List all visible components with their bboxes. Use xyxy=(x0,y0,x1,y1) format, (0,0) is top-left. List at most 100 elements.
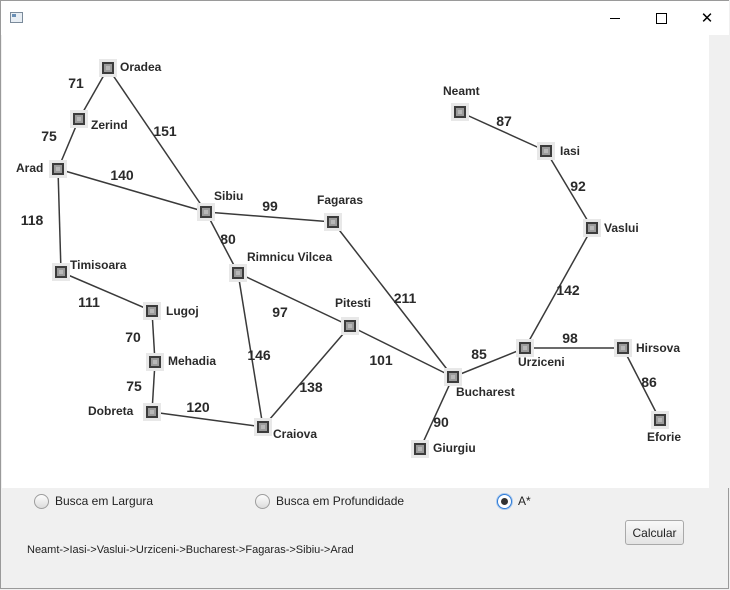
road-distance-label: 142 xyxy=(556,282,580,298)
city-node[interactable] xyxy=(49,160,67,178)
city-node-core xyxy=(348,324,352,328)
road-distance-label: 151 xyxy=(153,123,177,139)
road-distance-label: 101 xyxy=(369,352,393,368)
radio-astar[interactable]: A* xyxy=(497,492,531,510)
city-name-label: Neamt xyxy=(443,84,480,98)
app-window-icon xyxy=(10,12,23,23)
city-node[interactable] xyxy=(614,339,632,357)
city-node[interactable] xyxy=(341,317,359,335)
city-node[interactable] xyxy=(197,203,215,221)
radio-selected-dot xyxy=(501,497,508,505)
road-distance-label: 99 xyxy=(262,198,278,214)
city-node[interactable] xyxy=(451,103,469,121)
city-node-core xyxy=(621,346,625,350)
road-edge xyxy=(237,272,351,327)
city-name-label: Pitesti xyxy=(335,296,371,310)
city-name-label: Arad xyxy=(16,161,43,175)
city-node[interactable] xyxy=(143,302,161,320)
close-icon: ✕ xyxy=(700,9,714,27)
road-distance-label: 90 xyxy=(433,414,449,430)
city-node-core xyxy=(77,117,81,121)
city-node[interactable] xyxy=(70,110,88,128)
city-node[interactable] xyxy=(229,264,247,282)
city-name-label: Hirsova xyxy=(636,341,680,355)
city-name-label: Dobreta xyxy=(88,404,134,418)
road-distance-label: 120 xyxy=(186,399,210,415)
city-name-label: Fagaras xyxy=(317,193,363,207)
canvas-side-strip xyxy=(709,35,729,488)
road-distance-label: 140 xyxy=(110,167,134,183)
app-window: ✕ 71 75 151 140 118 111 70 75 120 99 80 97 146 138 101… xyxy=(0,0,729,589)
city-name-label: Craiova xyxy=(273,427,317,441)
calculate-button[interactable]: Calcular xyxy=(625,520,684,545)
radio-breadth-first-label[interactable]: Busca em Largura xyxy=(55,494,153,508)
city-node[interactable] xyxy=(143,403,161,421)
city-node-core xyxy=(261,425,265,429)
road-edge xyxy=(452,347,526,378)
maximize-button[interactable] xyxy=(638,1,684,35)
city-node-core xyxy=(153,360,157,364)
close-button[interactable]: ✕ xyxy=(684,1,730,35)
city-node-core xyxy=(451,375,455,379)
city-name-label: Mehadia xyxy=(168,354,216,368)
city-node-core xyxy=(418,447,422,451)
radio-astar-label[interactable]: A* xyxy=(518,494,531,508)
city-node[interactable] xyxy=(99,59,117,77)
radio-depth-first-circle[interactable] xyxy=(255,493,270,509)
city-node-core xyxy=(150,309,154,313)
city-node-core xyxy=(204,210,208,214)
city-node[interactable] xyxy=(444,368,462,386)
road-edge xyxy=(57,168,62,273)
city-node-core xyxy=(658,418,662,422)
city-node-core xyxy=(458,110,462,114)
road-distance-label: 97 xyxy=(272,304,288,320)
minimize-icon xyxy=(610,17,620,19)
city-name-label: Vaslui xyxy=(604,221,639,235)
road-distance-label: 80 xyxy=(220,231,236,247)
city-name-label: Giurgiu xyxy=(433,441,476,455)
road-distance-label: 111 xyxy=(78,294,100,310)
city-node[interactable] xyxy=(52,263,70,281)
title-bar[interactable]: ✕ xyxy=(1,1,729,35)
city-node-core xyxy=(59,270,63,274)
city-node[interactable] xyxy=(254,418,272,436)
city-node[interactable] xyxy=(651,411,669,429)
road-distance-label: 75 xyxy=(126,378,142,394)
city-node[interactable] xyxy=(411,440,429,458)
road-distance-label: 71 xyxy=(68,75,84,91)
graph-svg: 71 75 151 140 118 111 70 75 120 99 80 97 146 138 101 21… xyxy=(16,59,681,458)
road-distance-label: 146 xyxy=(247,347,271,363)
city-name-label: Zerind xyxy=(91,118,128,132)
road-distance-label: 118 xyxy=(21,212,44,228)
city-node-core xyxy=(523,346,527,350)
result-path-text: Neamt->Iasi->Vaslui->Urziceni->Bucharest… xyxy=(27,544,354,556)
city-name-label: Oradea xyxy=(120,60,162,74)
road-edge xyxy=(107,67,207,213)
city-node[interactable] xyxy=(146,353,164,371)
road-edge xyxy=(349,325,454,378)
road-edge xyxy=(419,376,454,450)
city-name-label: Bucharest xyxy=(456,385,515,399)
city-node-core xyxy=(544,149,548,153)
road-edge xyxy=(262,325,351,428)
road-distance-label: 70 xyxy=(125,329,141,345)
road-distance-label: 86 xyxy=(641,374,657,390)
city-name-label: Eforie xyxy=(647,430,681,444)
radio-breadth-first[interactable]: Busca em Largura xyxy=(34,492,153,510)
city-node-core xyxy=(590,226,594,230)
road-distance-label: 138 xyxy=(299,379,323,395)
radio-breadth-first-circle[interactable] xyxy=(34,493,49,509)
city-node[interactable] xyxy=(583,219,601,237)
maximize-icon xyxy=(655,12,667,24)
minimize-button[interactable] xyxy=(592,1,638,35)
city-node[interactable] xyxy=(537,142,555,160)
city-node-core xyxy=(331,220,335,224)
radio-depth-first[interactable]: Busca em Profundidade xyxy=(255,492,404,510)
city-name-label: Urziceni xyxy=(518,355,565,369)
road-distance-label: 211 xyxy=(394,290,417,306)
city-node-core xyxy=(150,410,154,414)
city-name-label: Timisoara xyxy=(70,258,127,272)
city-node[interactable] xyxy=(324,213,342,231)
radio-astar-circle[interactable] xyxy=(497,493,512,509)
radio-depth-first-label[interactable]: Busca em Profundidade xyxy=(276,494,404,508)
